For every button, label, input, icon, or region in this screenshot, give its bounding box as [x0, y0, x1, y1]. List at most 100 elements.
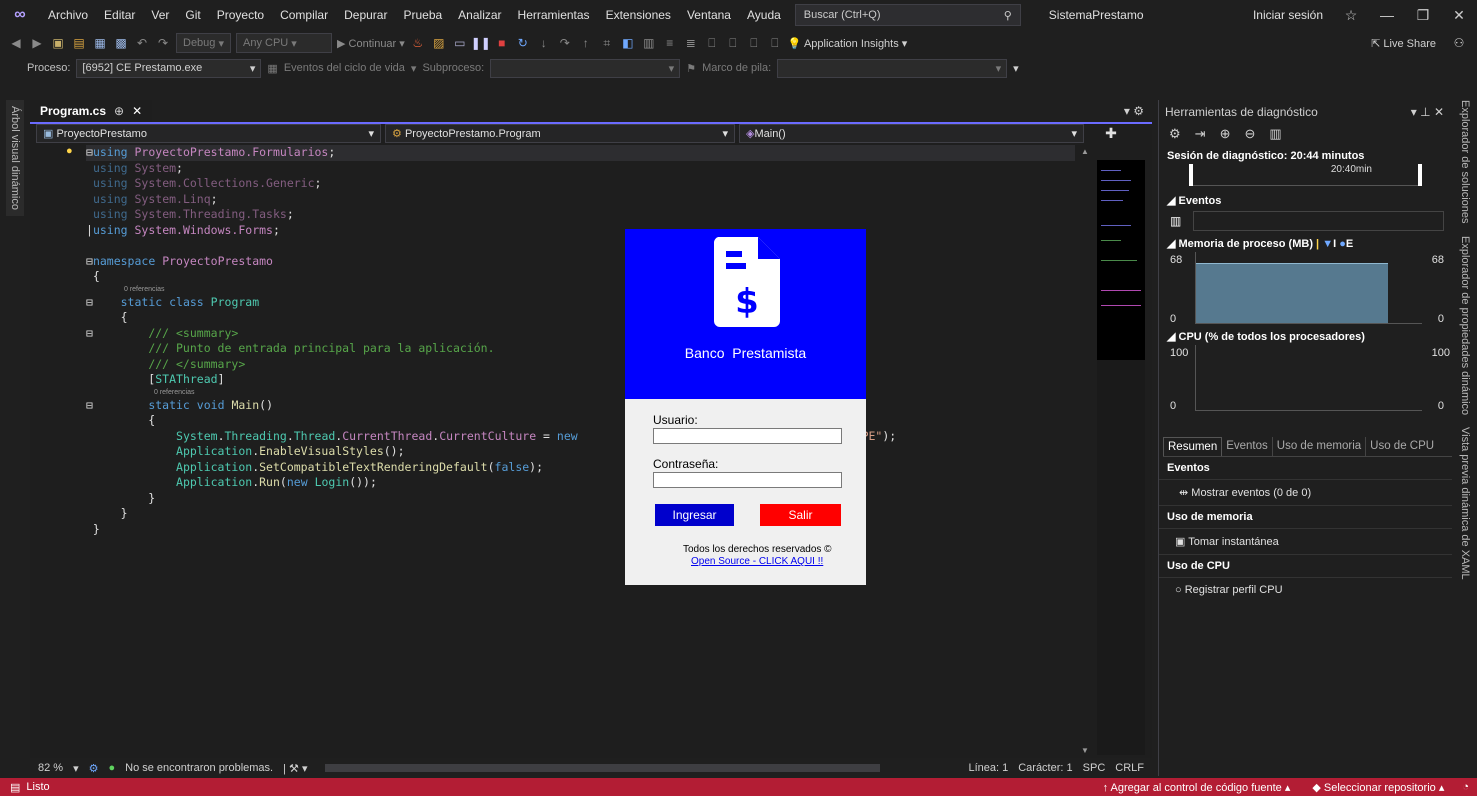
- salir-button[interactable]: Salir: [760, 504, 841, 526]
- problems-status[interactable]: No se encontraron problemas.: [125, 762, 273, 774]
- class-dropdown[interactable]: ⚙ ProyectoPrestamo.Program ▾: [385, 124, 735, 143]
- feedback-icon[interactable]: ☆: [1333, 7, 1369, 24]
- menu-editar[interactable]: Editar: [96, 0, 143, 30]
- open-folder-icon[interactable]: ▤: [71, 35, 87, 51]
- member-dropdown[interactable]: ◈Main() ▾: [739, 124, 1084, 143]
- flag-icon[interactable]: ⚑: [686, 62, 696, 75]
- code-minimap[interactable]: [1097, 160, 1145, 755]
- breakpoint-icon[interactable]: ◧: [620, 35, 636, 51]
- scroll-up-icon[interactable]: ▲: [1081, 147, 1089, 156]
- overflow-icon[interactable]: ▾: [1013, 62, 1019, 75]
- step-out-icon[interactable]: ↑: [578, 35, 594, 51]
- contrasena-input[interactable]: [653, 472, 842, 488]
- diagnostic-icon[interactable]: ▨: [431, 35, 447, 51]
- add-source-control-button[interactable]: ↑ Agregar al control de código fuente ▴: [1103, 781, 1291, 794]
- code-text[interactable]: ⊟using ProyectoPrestamo.Formularios; usi…: [86, 145, 1086, 705]
- xaml-live-preview-tab[interactable]: Vista previa dinámica de XAML: [1459, 427, 1471, 580]
- minimize-icon[interactable]: —: [1369, 7, 1405, 23]
- lifecycle-events-icon[interactable]: ▦: [267, 62, 277, 75]
- select-tools-icon[interactable]: ⇥: [1195, 126, 1206, 142]
- tab-resumen[interactable]: Resumen: [1163, 437, 1223, 456]
- open-source-link[interactable]: Open Source - CLICK AQUI !!: [691, 556, 823, 567]
- zoom-in-icon[interactable]: ⊕: [1220, 126, 1231, 142]
- split-editor-button[interactable]: ✚: [1088, 124, 1134, 143]
- menu-prueba[interactable]: Prueba: [395, 0, 450, 30]
- health-icon[interactable]: ⚙: [89, 762, 99, 775]
- cpu-chart[interactable]: 100 0 100 0: [1170, 345, 1450, 412]
- select-repo-button[interactable]: ◆ Seleccionar repositorio ▴: [1312, 781, 1444, 794]
- config-dropdown[interactable]: Debug ▾: [176, 33, 231, 53]
- continue-button[interactable]: ▶ Continuar ▾: [337, 37, 405, 50]
- menu-compilar[interactable]: Compilar: [272, 0, 336, 30]
- forward-icon[interactable]: ▶: [29, 35, 45, 51]
- hot-reload-icon[interactable]: ♨: [410, 35, 426, 51]
- restart-icon[interactable]: ↻: [515, 35, 531, 51]
- bookmark-clear-icon[interactable]: ⎕: [767, 35, 783, 51]
- settings-icon[interactable]: ⚙: [1169, 126, 1181, 142]
- code-lens-references[interactable]: 0 referencias: [86, 285, 1086, 295]
- menu-depurar[interactable]: Depurar: [336, 0, 395, 30]
- ingresar-button[interactable]: Ingresar: [655, 504, 734, 526]
- comment-icon[interactable]: ≡: [662, 35, 678, 51]
- restore-icon[interactable]: ❐: [1405, 7, 1441, 24]
- account-icon[interactable]: ⚇: [1451, 35, 1467, 51]
- menu-ver[interactable]: Ver: [143, 0, 177, 30]
- output-icon[interactable]: ▤: [10, 781, 20, 794]
- tab-eventos[interactable]: Eventos: [1222, 437, 1273, 456]
- tab-uso-cpu[interactable]: Uso de CPU: [1366, 437, 1438, 456]
- close-icon[interactable]: ✕: [1441, 7, 1477, 24]
- cpu-header[interactable]: ◢ CPU (% de todos los procesadores): [1159, 330, 1452, 343]
- usuario-input[interactable]: [653, 428, 842, 444]
- eventos-header[interactable]: ◢ Eventos: [1159, 194, 1452, 207]
- back-icon[interactable]: ◀: [8, 35, 24, 51]
- cleanup-icon[interactable]: | ⚒ ▾: [283, 762, 307, 775]
- menu-extensiones[interactable]: Extensiones: [598, 0, 679, 30]
- step-over-icon[interactable]: ↷: [557, 35, 573, 51]
- horizontal-scrollbar[interactable]: [325, 764, 881, 772]
- zoom-dropdown-icon[interactable]: ▾: [73, 762, 79, 775]
- bookmark-next-icon[interactable]: ⎕: [746, 35, 762, 51]
- spc-indicator[interactable]: SPC: [1083, 762, 1106, 774]
- save-icon[interactable]: ▦: [92, 35, 108, 51]
- step-into-icon[interactable]: ↓: [536, 35, 552, 51]
- events-track[interactable]: ▥: [1170, 211, 1444, 231]
- notifications-icon[interactable]: ◔: [1462, 781, 1469, 793]
- threads-icon[interactable]: ▥: [641, 35, 657, 51]
- menu-herramientas[interactable]: Herramientas: [510, 0, 598, 30]
- menu-analizar[interactable]: Analizar: [450, 0, 509, 30]
- vertical-scrollbar[interactable]: ▲ ▼: [1075, 145, 1097, 757]
- thread-dropdown[interactable]: ▾: [490, 58, 681, 78]
- line-indicator[interactable]: Línea: 1: [968, 762, 1008, 774]
- process-dropdown[interactable]: [6952] CE Prestamo.exe ▾: [76, 58, 262, 78]
- mostrar-eventos-link[interactable]: ⇹ Mostrar eventos (0 de 0): [1159, 480, 1452, 505]
- stack-frame-dropdown[interactable]: ▾: [777, 58, 1008, 78]
- registrar-perfil-button[interactable]: ○ Registrar perfil CPU: [1159, 578, 1452, 602]
- live-property-explorer-tab[interactable]: Explorador de propiedades dinámico: [1459, 236, 1471, 415]
- stop-icon[interactable]: ■: [494, 35, 510, 51]
- tab-program-cs[interactable]: Program.cs ⊕ ✕: [30, 100, 153, 122]
- save-all-icon[interactable]: ▩: [113, 35, 129, 51]
- undo-icon[interactable]: ↶: [134, 35, 150, 51]
- pause-icon[interactable]: ❚❚: [471, 35, 491, 51]
- zoom-out-icon[interactable]: ⊖: [1244, 126, 1255, 142]
- visual-studio-logo-icon[interactable]: ∞: [0, 0, 40, 30]
- pane-options-icon[interactable]: ▾ ⊥ ✕: [1411, 105, 1444, 119]
- memoria-header[interactable]: ◢ Memoria de proceso (MB) | ▼I ●E: [1159, 237, 1452, 250]
- crlf-indicator[interactable]: CRLF: [1115, 762, 1144, 774]
- reset-zoom-icon[interactable]: ▥: [1269, 126, 1281, 142]
- tomar-instantanea-button[interactable]: ▣ Tomar instantánea: [1159, 529, 1452, 554]
- char-indicator[interactable]: Carácter: 1: [1018, 762, 1072, 774]
- lightbulb-icon[interactable]: ●: [66, 145, 73, 157]
- minimap-viewport[interactable]: [1097, 160, 1145, 360]
- close-tab-icon[interactable]: ✕: [132, 104, 142, 118]
- lifecycle-events-button[interactable]: Eventos del ciclo de vida: [284, 62, 405, 74]
- memory-chart[interactable]: 68 0 68 0: [1170, 252, 1444, 325]
- menu-ayuda[interactable]: Ayuda: [739, 0, 789, 30]
- tab-uso-memoria[interactable]: Uso de memoria: [1273, 437, 1367, 456]
- solution-explorer-tab[interactable]: Explorador de soluciones: [1459, 100, 1471, 224]
- new-project-icon[interactable]: ▣: [50, 35, 66, 51]
- menu-proyecto[interactable]: Proyecto: [209, 0, 272, 30]
- app-insights-button[interactable]: 💡 Application Insights ▾: [788, 37, 908, 50]
- uncomment-icon[interactable]: ≣: [683, 35, 699, 51]
- tab-menu-icon[interactable]: ▾ ⚙: [1124, 104, 1144, 118]
